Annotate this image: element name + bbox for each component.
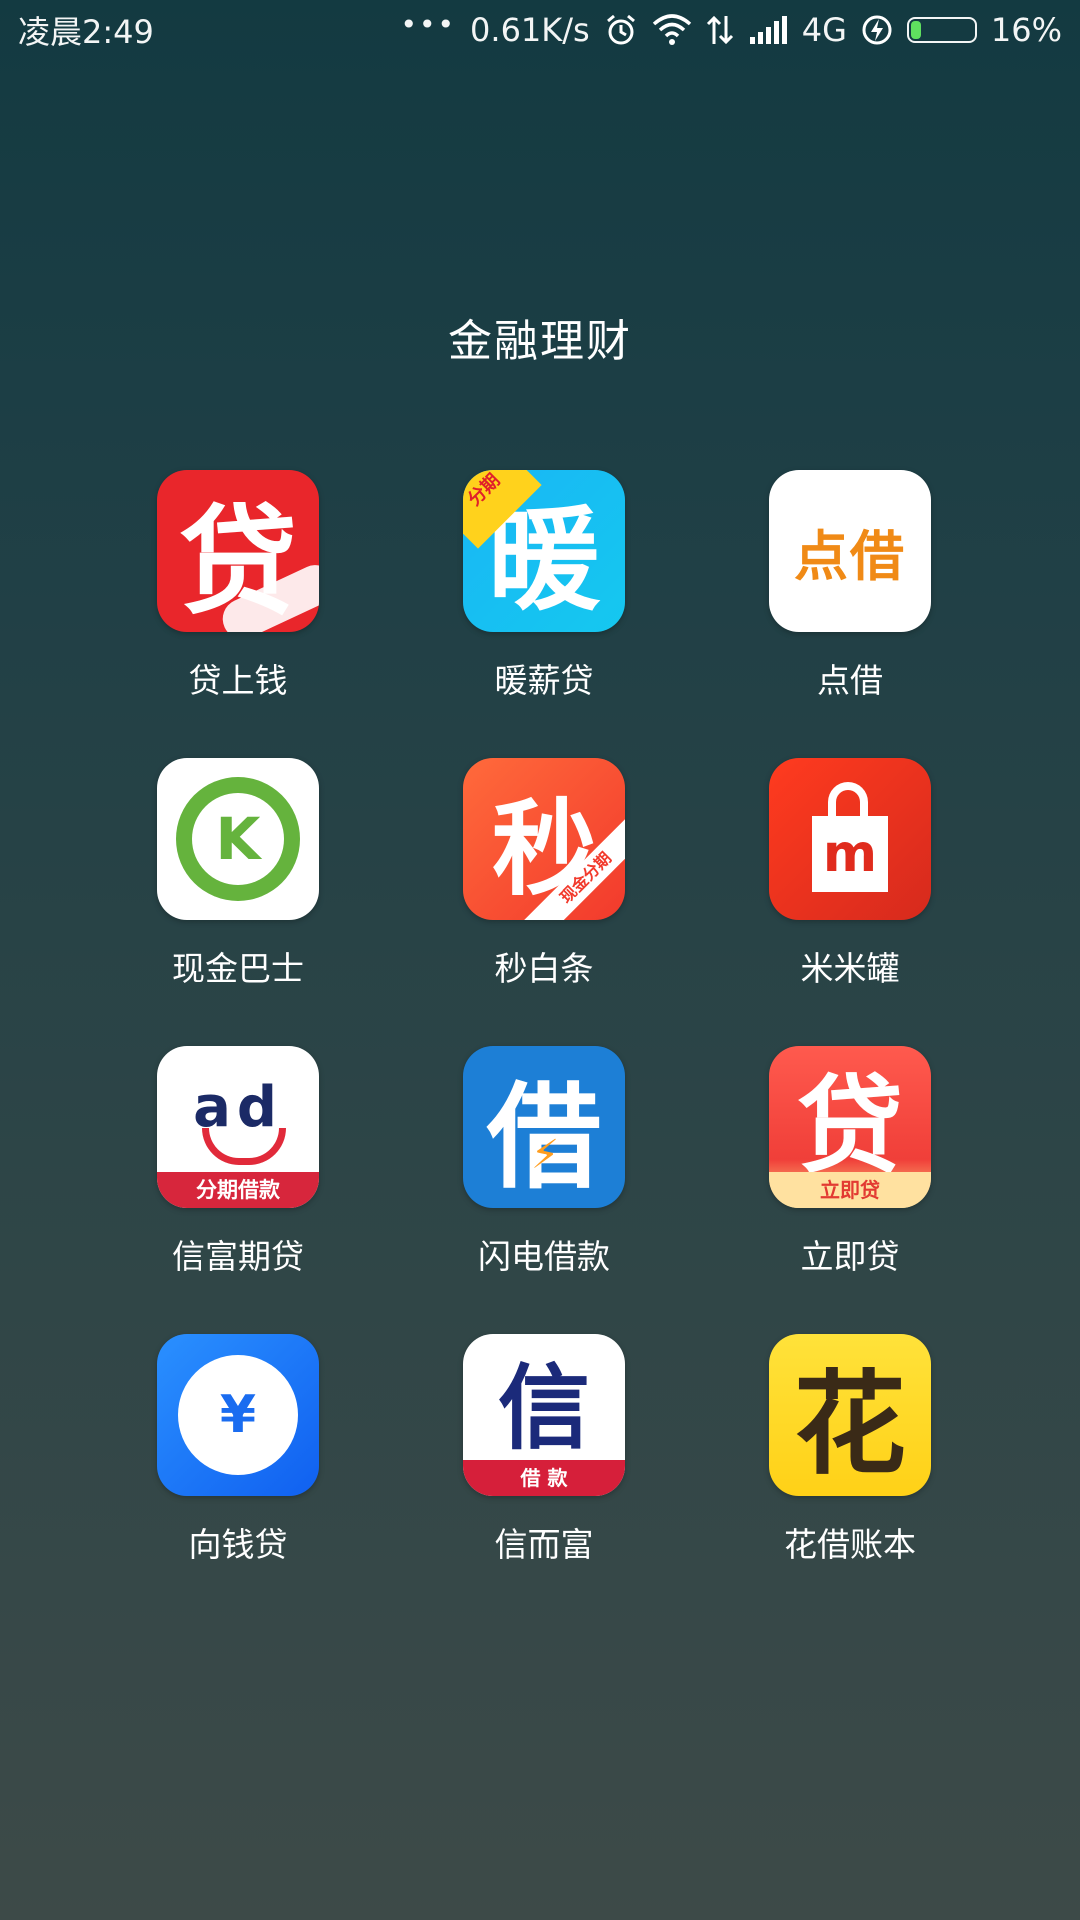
icon-glyph: 信 (497, 1354, 590, 1462)
app-daishangqian[interactable]: 贷 贷上钱 (85, 470, 391, 758)
shopping-bag-icon: m (812, 782, 888, 892)
lijidai-icon[interactable]: 贷 立即贷 (769, 1046, 931, 1208)
signal-icon (748, 15, 788, 45)
miaobaitiao-icon[interactable]: 秒 现金分期 (463, 758, 625, 920)
bag-handle (828, 782, 868, 822)
app-xinfuqidai[interactable]: ad 分期借款 信富期贷 (85, 1046, 391, 1334)
app-huajiezhangben[interactable]: 花 花借账本 (697, 1334, 1003, 1622)
smile-icon (202, 1128, 286, 1165)
app-label[interactable]: 贷上钱 (189, 654, 288, 702)
app-xiangqiandai[interactable]: ¥ 向钱贷 (85, 1334, 391, 1622)
app-grid: 贷 贷上钱 分期 暖 暖薪贷 点借 点借 K 现金巴士 秒 现金分期 秒白条 m… (85, 470, 991, 1622)
dianjie-icon[interactable]: 点借 (769, 470, 931, 632)
data-arrows-icon (706, 14, 734, 46)
daishangqian-icon[interactable]: 贷 (157, 470, 319, 632)
green-ring-icon: K (176, 777, 300, 901)
icon-glyph: 借 (486, 1070, 601, 1204)
icon-band: 借 款 (463, 1460, 625, 1496)
app-label[interactable]: 现金巴士 (172, 942, 304, 990)
xinfuqidai-icon[interactable]: ad 分期借款 (157, 1046, 319, 1208)
app-label[interactable]: 向钱贷 (189, 1518, 288, 1566)
xiangqiandai-icon[interactable]: ¥ (157, 1334, 319, 1496)
icon-glyph: ¥ (219, 1385, 257, 1445)
app-label[interactable]: 暖薪贷 (495, 654, 594, 702)
app-mimiguan[interactable]: m 米米罐 (697, 758, 1003, 1046)
app-nuanxindai[interactable]: 分期 暖 暖薪贷 (391, 470, 697, 758)
icon-glyph: 点借 (794, 524, 906, 588)
charging-icon (861, 14, 893, 46)
app-label[interactable]: 信而富 (495, 1518, 594, 1566)
battery-percent: 16% (990, 11, 1062, 49)
icon-glyph: K (192, 793, 284, 885)
app-label[interactable]: 米米罐 (801, 942, 900, 990)
xinerfu-icon[interactable]: 信 借 款 (463, 1334, 625, 1496)
app-label[interactable]: 闪电借款 (478, 1230, 610, 1278)
icon-band: 分期借款 (157, 1172, 319, 1208)
icon-band: 立即贷 (769, 1172, 931, 1208)
app-dianjie[interactable]: 点借 点借 (697, 470, 1003, 758)
xianjinbashi-icon[interactable]: K (157, 758, 319, 920)
app-shandianjiekuan[interactable]: 借 ⚡ 闪电借款 (391, 1046, 697, 1334)
battery-level (910, 21, 921, 39)
alarm-icon (604, 13, 638, 47)
app-xinerfu[interactable]: 信 借 款 信而富 (391, 1334, 697, 1622)
nuanxindai-icon[interactable]: 分期 暖 (463, 470, 625, 632)
elephant-icon: ¥ (178, 1355, 298, 1475)
app-label[interactable]: 点借 (817, 654, 883, 702)
app-label[interactable]: 秒白条 (495, 942, 594, 990)
app-xianjinbashi[interactable]: K 现金巴士 (85, 758, 391, 1046)
app-label[interactable]: 立即贷 (801, 1230, 900, 1278)
status-bar: 凌晨2:49 ••• 0.61K/s 4G 16% (0, 0, 1080, 60)
mimiguan-icon[interactable]: m (769, 758, 931, 920)
icon-glyph: m (822, 824, 878, 884)
status-time: 凌晨2:49 (18, 13, 154, 51)
shandianjiekuan-icon[interactable]: 借 ⚡ (463, 1046, 625, 1208)
app-label[interactable]: 信富期贷 (172, 1230, 304, 1278)
app-miaobaitiao[interactable]: 秒 现金分期 秒白条 (391, 758, 697, 1046)
battery-icon (906, 17, 977, 43)
status-left: 凌晨2:49 (18, 7, 154, 53)
network-type: 4G (801, 11, 847, 49)
huajiezhangben-icon[interactable]: 花 (769, 1334, 931, 1496)
lightning-icon: ⚡ (531, 1132, 560, 1178)
icon-glyph: 花 (794, 1360, 906, 1490)
more-dots-icon: ••• (400, 7, 457, 41)
wifi-icon (652, 14, 692, 46)
app-lijidai[interactable]: 贷 立即贷 立即贷 (697, 1046, 1003, 1334)
network-speed: 0.61K/s (470, 11, 590, 49)
status-right: ••• 0.61K/s 4G 16% (400, 7, 1062, 50)
app-label[interactable]: 花借账本 (784, 1518, 916, 1566)
folder-title[interactable]: 金融理财 (0, 305, 1080, 369)
